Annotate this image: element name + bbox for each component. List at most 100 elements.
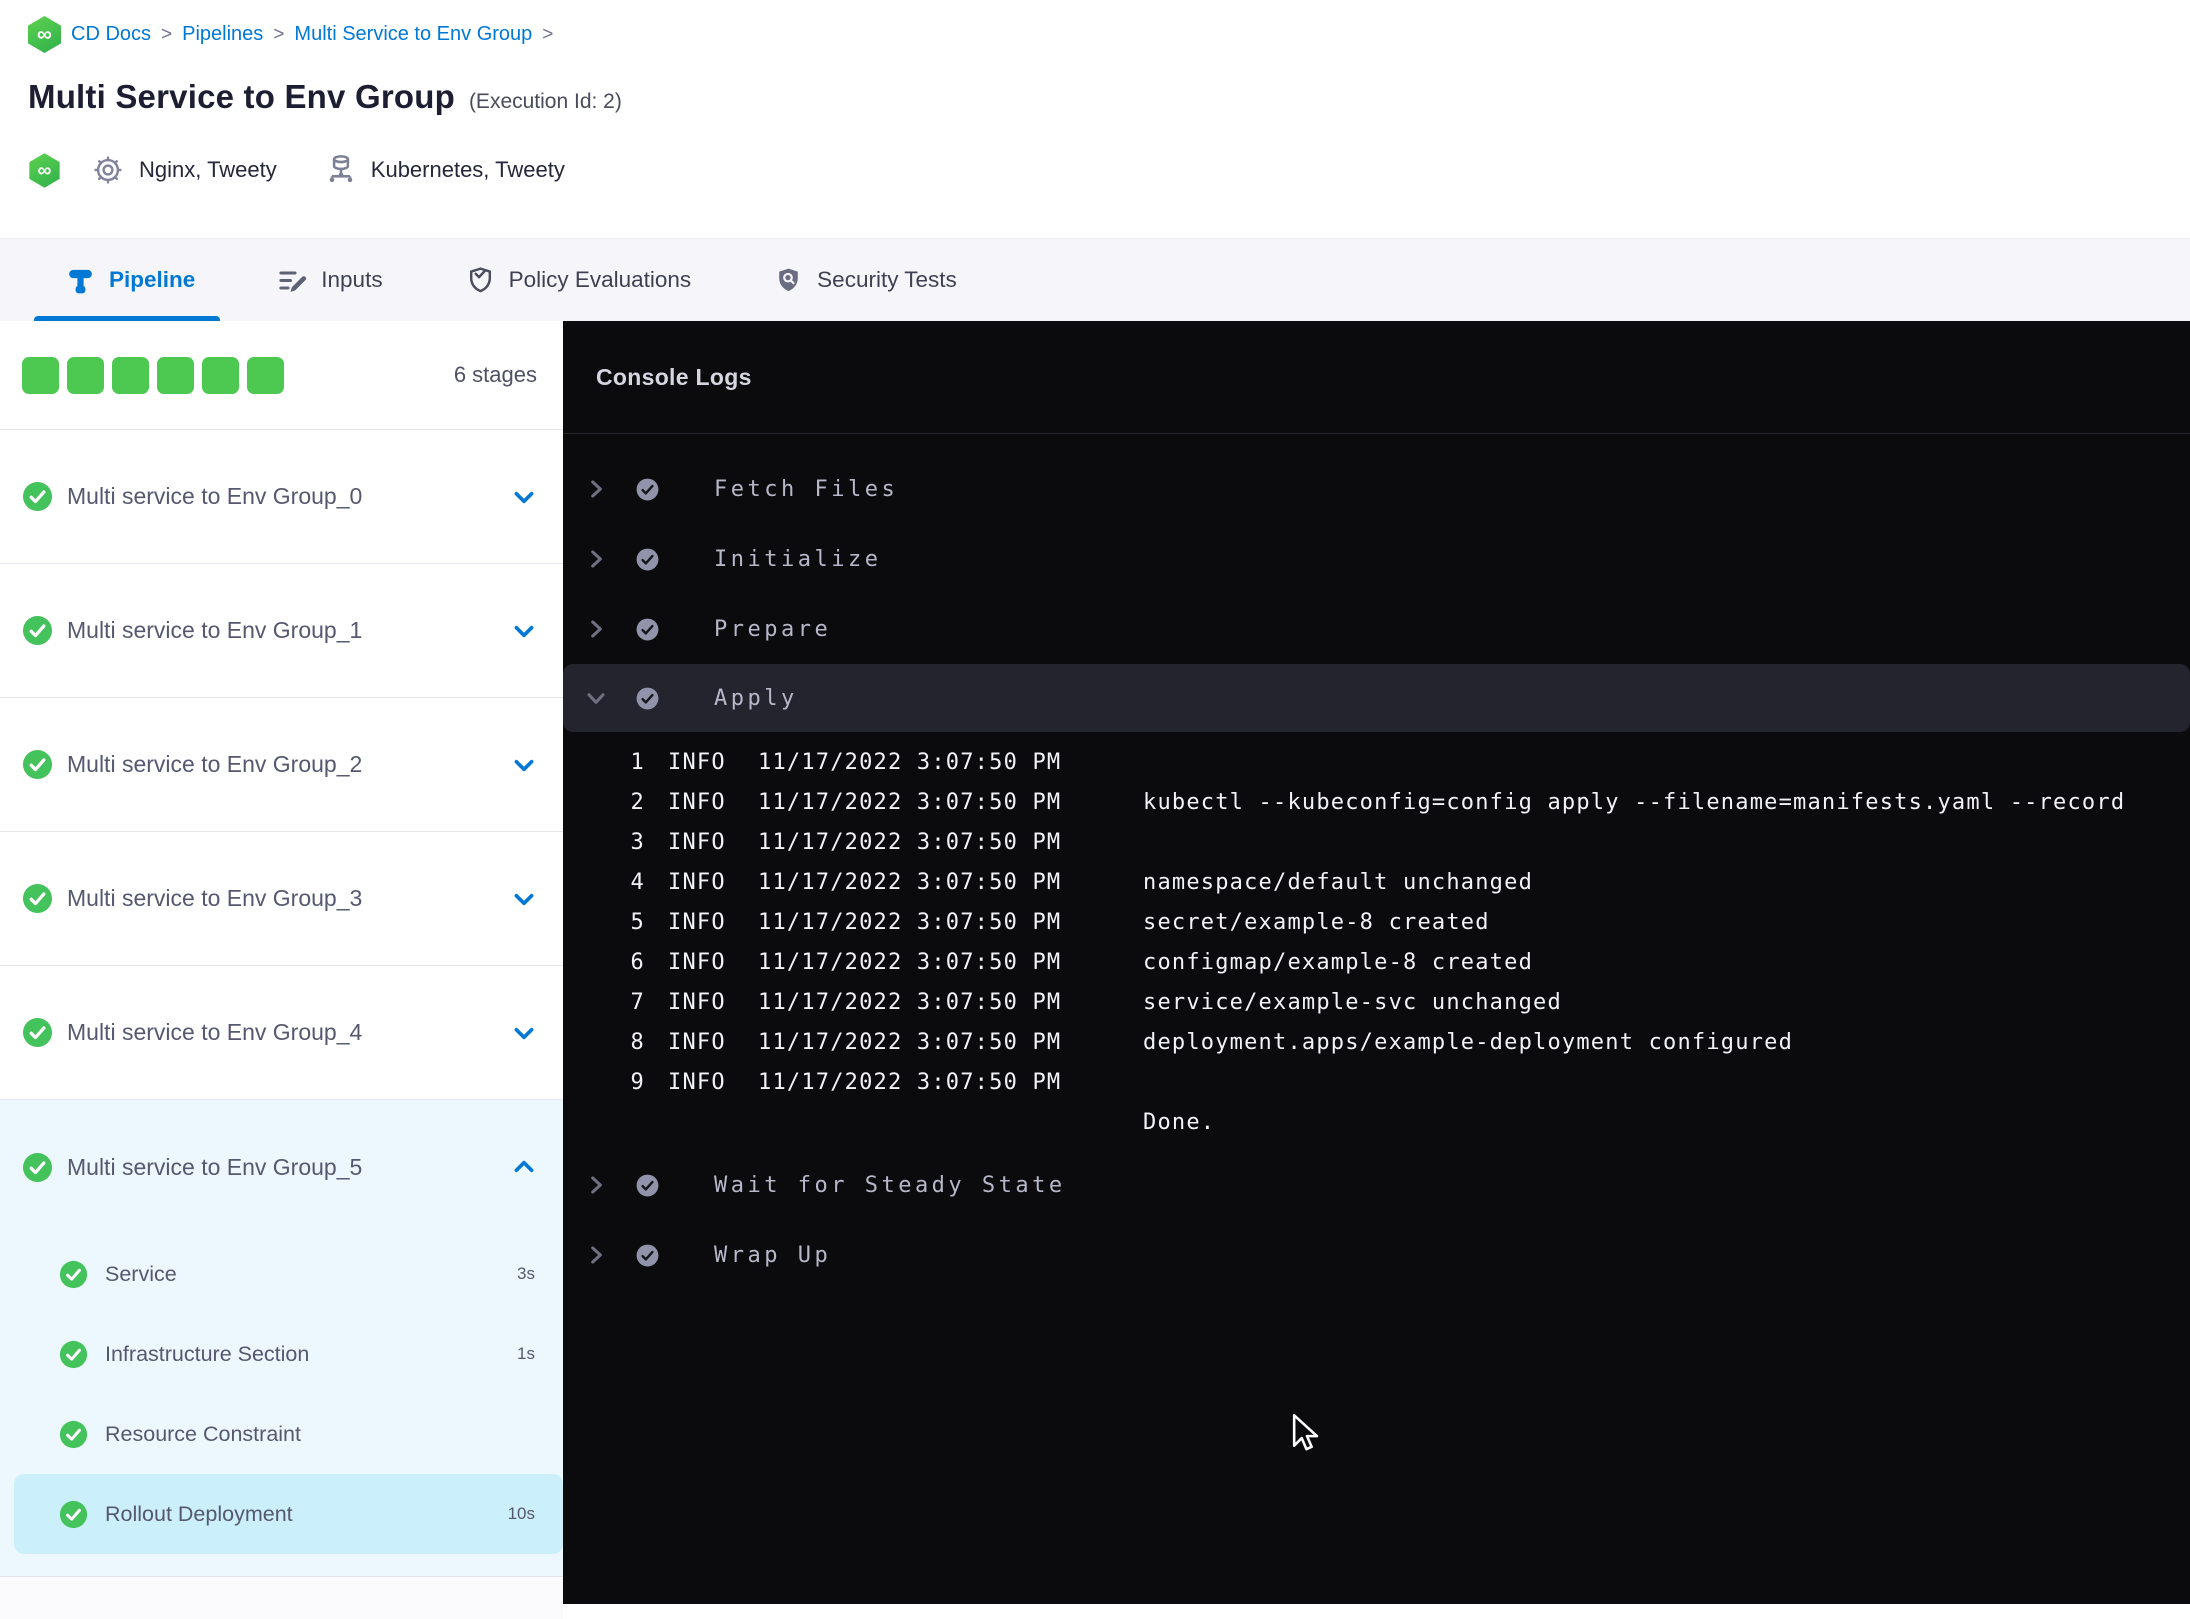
log-line-done: Done.	[1143, 1109, 1216, 1135]
log-output: 1 INFO 11/17/2022 3:07:50 PM 2 INFO 11/17/20…	[563, 732, 2190, 1150]
stage-name: Multi service to Env Group_0	[67, 483, 363, 509]
step-success-icon	[636, 687, 659, 709]
step-name: Initialize	[714, 546, 882, 572]
chevron-right-icon[interactable]	[583, 1172, 609, 1198]
stage-square	[247, 356, 284, 394]
chevron-down-icon[interactable]	[511, 618, 537, 644]
stage-row[interactable]: Multi service to Env Group_2	[0, 698, 563, 832]
stage-square	[112, 356, 149, 394]
execution-id: (Execution Id: 2)	[468, 90, 622, 113]
breadcrumb-link-pipelines[interactable]: Pipelines	[182, 23, 263, 46]
substep-duration: 1s	[517, 1344, 535, 1363]
console-step-initialize[interactable]: Initialize	[563, 524, 2190, 594]
step-name: Wait for Steady State	[714, 1172, 1066, 1198]
stage-square	[67, 356, 104, 394]
environments-label[interactable]: Kubernetes, Tweety	[371, 157, 565, 183]
success-check-icon	[59, 1500, 88, 1528]
stages-sidebar: 6 stages Multi service to Env Group_0 Mu…	[0, 321, 563, 1619]
services-label[interactable]: Nginx, Tweety	[139, 157, 277, 183]
console-header: Console Logs	[563, 321, 2190, 434]
chevron-down-icon[interactable]	[511, 752, 537, 778]
success-check-icon	[59, 1340, 88, 1368]
substep-resource-constraint[interactable]: Resource Constraint	[14, 1394, 563, 1474]
breadcrumb: ∞ CD Docs > Pipelines > Multi Service to…	[28, 16, 553, 53]
substep-duration: 3s	[517, 1264, 535, 1283]
chevron-right-icon[interactable]	[583, 616, 609, 642]
success-check-icon	[59, 1420, 88, 1448]
chevron-up-icon[interactable]	[511, 1154, 537, 1180]
stage-status-squares	[22, 356, 454, 394]
cd-module-icon: ∞	[28, 16, 61, 53]
step-name: Fetch Files	[714, 476, 899, 502]
log-line: 6 INFO 11/17/2022 3:07:50 PM configmap/exam…	[630, 949, 1534, 975]
page-header: ∞ CD Docs > Pipelines > Multi Service to…	[0, 0, 2190, 238]
console-step-wrap-up[interactable]: Wrap Up	[563, 1220, 2190, 1290]
console-title: Console Logs	[596, 363, 752, 390]
substep-duration: 10s	[507, 1504, 535, 1523]
substep-name: Rollout Deployment	[105, 1501, 293, 1526]
chevron-down-icon[interactable]	[511, 886, 537, 912]
cd-module-icon: ∞	[29, 152, 60, 188]
services-environments-row: ∞ Nginx, Tweety Kubernetes, Tweety	[28, 148, 565, 192]
step-success-icon	[636, 618, 659, 640]
stage-name: Multi service to Env Group_5	[67, 1153, 363, 1180]
stage-row[interactable]: Multi service to Env Group_3	[0, 832, 563, 966]
step-success-icon	[636, 1174, 659, 1196]
services-gear-icon	[94, 156, 122, 184]
chevron-right-icon[interactable]	[583, 476, 609, 502]
chevron-down-icon[interactable]	[583, 685, 609, 711]
stage-square	[22, 356, 59, 394]
step-name: Prepare	[714, 616, 832, 642]
pipeline-icon	[69, 269, 92, 293]
stage-row[interactable]: Multi service to Env Group_1	[0, 564, 563, 698]
substep-name: Resource Constraint	[105, 1421, 301, 1446]
chevron-right-icon[interactable]	[583, 546, 609, 572]
console-step-prepare[interactable]: Prepare	[563, 594, 2190, 664]
stage-name: Multi service to Env Group_2	[67, 751, 363, 777]
policy-evaluations-icon	[469, 266, 491, 292]
console-step-apply[interactable]: Apply	[563, 664, 2190, 732]
log-line: 2 INFO 11/17/2022 3:07:50 PM kubectl --kube…	[630, 789, 2126, 815]
stage-row-expanded[interactable]: Multi service to Env Group_5	[0, 1100, 563, 1234]
log-line: 9 INFO 11/17/2022 3:07:50 PM	[630, 1069, 1062, 1095]
stage-summary: 6 stages	[0, 321, 563, 430]
stage-name: Multi service to Env Group_4	[67, 1019, 363, 1045]
log-line: 4 INFO 11/17/2022 3:07:50 PM namespace/defa…	[630, 869, 1534, 895]
console-step-fetch-files[interactable]: Fetch Files	[563, 454, 2190, 524]
console-step-wait-for-steady-state[interactable]: Wait for Steady State	[563, 1150, 2190, 1220]
breadcrumb-link-cd-docs[interactable]: CD Docs	[71, 23, 151, 46]
log-line: 5 INFO 11/17/2022 3:07:50 PM secret/example…	[630, 909, 1490, 935]
tab-bar: Pipeline Inputs Policy Evaluations Secur…	[0, 238, 2190, 321]
substep-rollout-deployment[interactable]: Rollout Deployment 10s	[14, 1474, 563, 1554]
tab-pipeline[interactable]: Pipeline	[49, 239, 211, 321]
success-check-icon	[59, 1260, 88, 1288]
success-check-icon	[22, 1017, 53, 1048]
chevron-right-icon[interactable]	[583, 1242, 609, 1268]
chevron-down-icon[interactable]	[511, 1020, 537, 1046]
inputs-icon	[279, 271, 307, 292]
success-check-icon	[22, 883, 53, 914]
success-check-icon	[22, 481, 53, 512]
log-line: 1 INFO 11/17/2022 3:07:50 PM	[630, 749, 1062, 775]
success-check-icon	[22, 615, 53, 646]
tab-security-tests[interactable]: Security Tests	[757, 239, 973, 321]
step-name: Apply	[714, 685, 798, 711]
success-check-icon	[22, 749, 53, 780]
page-title: Multi Service to Env Group	[28, 78, 455, 115]
breadcrumb-separator: >	[542, 23, 554, 45]
breadcrumb-link-pipeline-name[interactable]: Multi Service to Env Group	[294, 23, 532, 46]
success-check-icon	[22, 1152, 53, 1182]
stage-name: Multi service to Env Group_1	[67, 617, 363, 643]
stage-row[interactable]: Multi service to Env Group_4	[0, 966, 563, 1100]
stage-square	[157, 356, 194, 394]
substep-infrastructure[interactable]: Infrastructure Section 1s	[14, 1314, 563, 1394]
stage-count-label: 6 stages	[453, 362, 537, 387]
tab-inputs[interactable]: Inputs	[261, 239, 398, 321]
stage-row[interactable]: Multi service to Env Group_0	[0, 430, 563, 564]
substep-name: Infrastructure Section	[105, 1341, 310, 1366]
step-success-icon	[636, 478, 659, 500]
tab-policy-evaluations[interactable]: Policy Evaluations	[449, 239, 708, 321]
substep-name: Service	[105, 1261, 177, 1286]
chevron-down-icon[interactable]	[511, 484, 537, 510]
substep-service[interactable]: Service 3s	[14, 1234, 563, 1314]
